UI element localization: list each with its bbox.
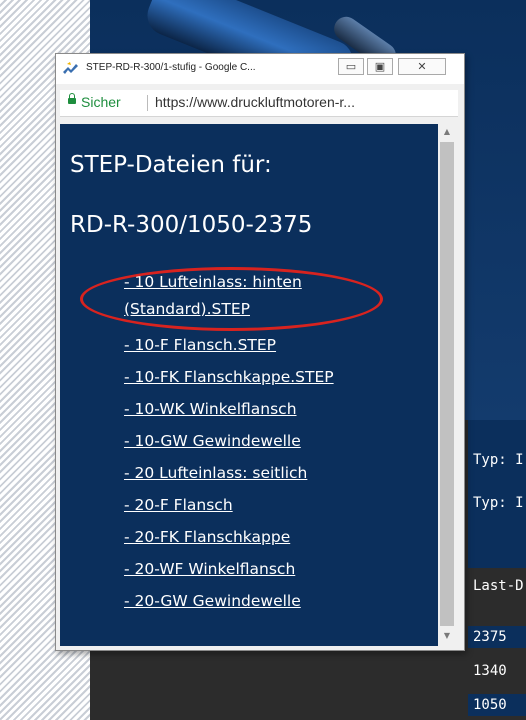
popup-content: STEP-Dateien für: RD-R-300/1050-2375 - 1… — [60, 124, 438, 646]
step-link[interactable]: - 10-GW Gewindewelle — [124, 432, 301, 450]
vertical-scrollbar[interactable]: ▲ ▼ — [438, 124, 456, 646]
address-bar[interactable]: Sicher https://www.druckluftmotoren-r... — [60, 90, 458, 117]
step-link[interactable]: - 10-F Flansch.STEP — [124, 336, 276, 354]
app-icon — [63, 62, 78, 74]
minimize-icon: ▭ — [345, 60, 357, 73]
url-text[interactable]: https://www.druckluftmotoren-r... — [155, 94, 355, 110]
minimize-button[interactable]: ▭ — [338, 58, 364, 75]
background-last-label: Last-D — [473, 578, 524, 594]
heading-model: RD-R-300/1050-2375 — [70, 212, 313, 238]
browser-popup-window: STEP-RD-R-300/1-stufig - Google C... ▭ ▣… — [55, 53, 465, 651]
background-value-cell: 1340 — [468, 660, 526, 682]
background-typ-label: Typ: I — [473, 495, 524, 511]
highlight-ellipse — [80, 267, 383, 331]
secure-label: Sicher — [81, 94, 121, 110]
close-button[interactable]: ✕ — [398, 58, 446, 75]
step-link[interactable]: - 10-WK Winkelflansch — [124, 400, 297, 418]
step-link[interactable]: - 20-FK Flanschkappe — [124, 528, 290, 546]
scrollbar-thumb[interactable] — [440, 142, 454, 626]
step-link[interactable]: - 20-F Flansch — [124, 496, 233, 514]
address-divider — [147, 95, 148, 111]
background-value-cell: 2375 — [468, 626, 526, 648]
step-link[interactable]: - 20-GW Gewindewelle — [124, 592, 301, 610]
background-info-band — [468, 420, 526, 568]
close-icon: ✕ — [417, 60, 427, 73]
scroll-down-icon[interactable]: ▼ — [438, 631, 456, 640]
maximize-icon: ▣ — [374, 60, 386, 73]
step-link[interactable]: - 10-FK Flanschkappe.STEP — [124, 368, 334, 386]
background-typ-label: Typ: I — [473, 452, 524, 468]
maximize-button[interactable]: ▣ — [367, 58, 393, 75]
heading-step-files: STEP-Dateien für: — [70, 152, 272, 178]
step-link[interactable]: - 20-WF Winkelflansch — [124, 560, 295, 578]
step-link[interactable]: - 20 Lufteinlass: seitlich — [124, 464, 307, 482]
scroll-up-icon[interactable]: ▲ — [438, 127, 456, 136]
lock-icon — [68, 93, 76, 104]
background-value-cell: 1050 — [468, 694, 526, 716]
window-titlebar[interactable]: STEP-RD-R-300/1-stufig - Google C... ▭ ▣… — [56, 54, 464, 84]
window-title: STEP-RD-R-300/1-stufig - Google C... — [86, 62, 256, 73]
